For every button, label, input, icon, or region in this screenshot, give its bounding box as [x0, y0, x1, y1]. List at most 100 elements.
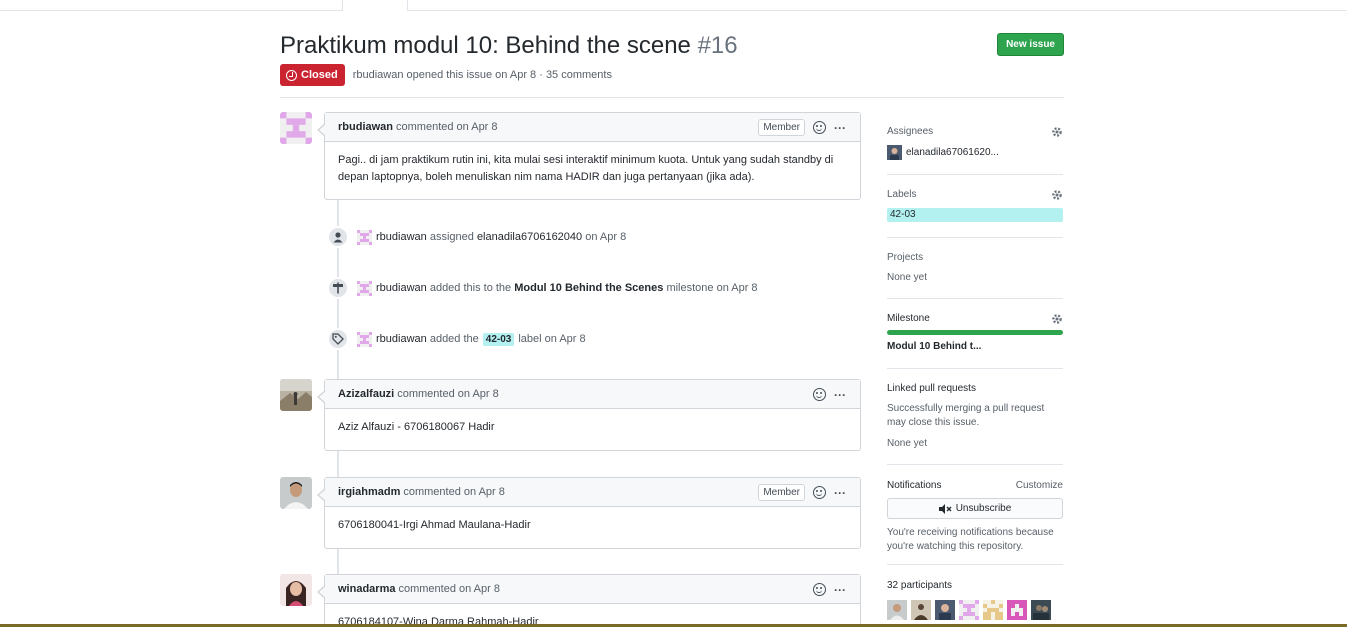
kebab-menu-icon[interactable]: ···: [834, 487, 846, 499]
customize-link[interactable]: Customize: [1016, 480, 1063, 491]
comment-timestamp[interactable]: commented on Apr 8: [396, 121, 498, 133]
event-text: assigned: [429, 231, 474, 243]
sidebar-labels: Labels 42-03: [887, 189, 1063, 238]
participant-avatar[interactable]: [887, 600, 907, 620]
event-time: milestone on Apr 8: [666, 282, 758, 294]
comment-author[interactable]: rbudiawan: [338, 121, 393, 133]
comment-body: Aziz Alfauzi - 6706180067 Hadir: [338, 421, 495, 433]
avatar[interactable]: [280, 112, 312, 144]
milestone-link[interactable]: Modul 10 Behind t...: [887, 341, 1063, 352]
new-issue-button[interactable]: New issue: [997, 33, 1064, 56]
comment-timestamp[interactable]: commented on Apr 8: [398, 583, 500, 595]
event-author[interactable]: rbudiawan: [376, 333, 427, 345]
gear-icon[interactable]: [1051, 126, 1063, 138]
comment: rbudiawan commented on Apr 8 Member ··· …: [317, 112, 861, 200]
labels-title: Labels: [887, 189, 917, 200]
participant-avatar[interactable]: [1007, 600, 1027, 620]
header-divider: [280, 97, 1064, 98]
milestone-icon: [327, 277, 349, 299]
person-icon: [327, 226, 349, 248]
member-badge: Member: [758, 119, 805, 136]
kebab-menu-icon[interactable]: ···: [834, 122, 846, 134]
issue-header: Praktikum modul 10: Behind the scene #16…: [280, 30, 1064, 62]
repo-nav: [0, 0, 1347, 11]
linked-title: Linked pull requests: [887, 383, 976, 394]
gear-icon[interactable]: [1051, 313, 1063, 325]
issue-opener[interactable]: rbudiawan: [353, 69, 404, 81]
issue-number: #16: [697, 32, 738, 59]
tag-icon: [327, 328, 349, 350]
mute-icon: [938, 503, 952, 514]
linked-value: None yet: [887, 438, 928, 449]
comment-timestamp[interactable]: commented on Apr 8: [403, 486, 505, 498]
event-text: added the: [429, 333, 479, 345]
issue-meta-text: rbudiawan opened this issue on Apr 8 · 3…: [353, 69, 612, 81]
avatar[interactable]: [280, 379, 312, 411]
linked-description: Successfully merging a pull request may …: [887, 403, 1045, 428]
projects-value: None yet: [887, 272, 928, 283]
comment-body: Pagi.. di jam praktikum rutin ini, kita …: [338, 154, 834, 183]
identicon-avatar-icon[interactable]: [357, 331, 372, 347]
assignee-avatar[interactable]: [887, 145, 902, 160]
event-author[interactable]: rbudiawan: [376, 282, 427, 294]
comment: Azizalfauzi commented on Apr 8 ··· Aziz …: [317, 379, 861, 451]
unsubscribe-button[interactable]: Unsubscribe: [887, 498, 1063, 519]
participant-avatar[interactable]: [935, 600, 955, 620]
timeline-event-assigned: rbudiawan assigned elanadila6706162040 o…: [327, 226, 626, 248]
kebab-menu-icon[interactable]: ···: [834, 584, 846, 596]
identicon-avatar-icon[interactable]: [357, 280, 372, 296]
unsubscribe-label: Unsubscribe: [955, 503, 1012, 514]
issue-opened-info: opened this issue on Apr 8 · 35 comments: [406, 69, 612, 81]
sidebar-participants: 32 participants: [887, 580, 1063, 620]
kebab-menu-icon[interactable]: ···: [834, 389, 846, 401]
comment-author[interactable]: winadarma: [338, 583, 395, 595]
comment-author[interactable]: irgiahmadm: [338, 486, 400, 498]
identicon-avatar-icon: [280, 112, 312, 144]
comment-author[interactable]: Azizalfauzi: [338, 388, 394, 400]
reaction-smiley-icon[interactable]: [813, 486, 826, 499]
event-author[interactable]: rbudiawan: [376, 231, 427, 243]
avatar[interactable]: [280, 574, 312, 606]
label-chip[interactable]: 42-03: [482, 332, 515, 346]
participant-avatar[interactable]: [1031, 600, 1051, 620]
comment-body: 6706180041-Irgi Ahmad Maulana-Hadir: [338, 519, 531, 531]
assignee-name[interactable]: elanadila67061620...: [906, 147, 999, 158]
participants-avatars: [887, 600, 1063, 620]
issue-meta: Closed rbudiawan opened this issue on Ap…: [280, 64, 612, 86]
reaction-smiley-icon[interactable]: [813, 388, 826, 401]
member-badge: Member: [758, 484, 805, 501]
participant-avatar[interactable]: [911, 600, 931, 620]
participant-avatar[interactable]: [983, 600, 1003, 620]
event-text: added this to the: [429, 282, 512, 294]
timeline-event-milestone: rbudiawan added this to the Modul 10 Beh…: [327, 277, 758, 299]
gear-icon[interactable]: [1051, 189, 1063, 201]
issue-closed-icon: [286, 69, 297, 81]
event-milestone-link[interactable]: Modul 10 Behind the Scenes: [514, 282, 663, 294]
reaction-smiley-icon[interactable]: [813, 121, 826, 134]
assignees-title: Assignees: [887, 126, 934, 137]
event-assignee[interactable]: elanadila6706162040: [477, 231, 582, 243]
comment-header: winadarma commented on Apr 8 ···: [325, 575, 860, 604]
sidebar-label-chip[interactable]: 42-03: [887, 208, 1063, 222]
reaction-smiley-icon[interactable]: [813, 583, 826, 596]
sidebar-projects: Projects None yet: [887, 252, 1063, 299]
comment-timestamp[interactable]: commented on Apr 8: [397, 388, 499, 400]
comment-header: rbudiawan commented on Apr 8 Member ···: [325, 113, 860, 142]
identicon-avatar-icon[interactable]: [357, 229, 372, 245]
sidebar-milestone: Milestone Modul 10 Behind t...: [887, 313, 1063, 369]
milestone-title: Milestone: [887, 313, 930, 324]
event-time: label on Apr 8: [518, 333, 586, 345]
status-badge-label: Closed: [301, 69, 338, 81]
issue-title-text: Praktikum modul 10: Behind the scene: [280, 32, 691, 59]
notifications-description: You're receiving notifications because y…: [887, 527, 1054, 552]
participants-title: 32 participants: [887, 580, 953, 591]
timeline-event-label: rbudiawan added the 42-03 label on Apr 8: [327, 328, 586, 350]
participant-avatar[interactable]: [959, 600, 979, 620]
tab-issues[interactable]: [342, 0, 408, 11]
comment-header: Azizalfauzi commented on Apr 8 ···: [325, 380, 860, 409]
projects-title: Projects: [887, 252, 924, 263]
status-badge: Closed: [280, 64, 345, 86]
avatar[interactable]: [280, 477, 312, 509]
sidebar-assignees: Assignees elanadila67061620...: [887, 126, 1063, 175]
comment: winadarma commented on Apr 8 ··· 6706184…: [317, 574, 861, 627]
